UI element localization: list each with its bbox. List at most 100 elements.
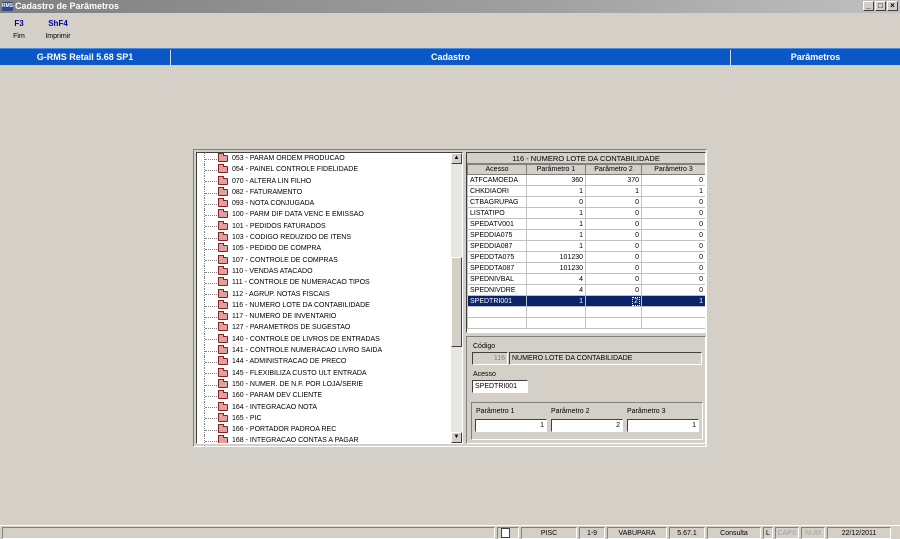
close-button[interactable]: × — [887, 1, 898, 11]
table-row[interactable]: SPEDDTA075 101230 0 0 — [467, 251, 705, 263]
column-header[interactable]: Parâmetro 3 — [641, 164, 705, 175]
table-cell: 1 — [526, 218, 586, 230]
minimize-button[interactable]: _ — [863, 1, 874, 11]
folder-icon — [218, 220, 228, 230]
tree-connector — [204, 164, 218, 176]
parameter-tree[interactable]: 053 - PARAM ORDEM PRODUCAO 054 - PAINEL C… — [196, 152, 463, 444]
shortcut-key: F3 — [14, 19, 24, 28]
folder-icon — [218, 265, 228, 275]
table-cell: 1 — [526, 295, 586, 307]
table-row[interactable]: SPEDDTA087 101230 0 0 — [467, 262, 705, 274]
tree-connector — [204, 175, 218, 187]
table-row[interactable]: CTBAGRUPAG 0 0 0 — [467, 196, 705, 208]
acesso-field[interactable]: SPEDTRI001 — [472, 380, 528, 393]
table-cell: 4 — [526, 273, 586, 285]
maximize-button[interactable]: □ — [875, 1, 886, 11]
table-row[interactable]: SPEDATV001 1 0 0 — [467, 218, 705, 230]
table-cell: 101230 — [526, 251, 586, 263]
status-message-area — [2, 527, 495, 539]
tree-item[interactable]: 053 - PARAM ORDEM PRODUCAO — [197, 153, 452, 165]
scroll-thumb[interactable] — [451, 257, 462, 347]
tree-item[interactable]: 054 - PAINEL CONTROLE FIDELIDADE — [197, 164, 452, 176]
tree-item[interactable]: 127 - PARAMETROS DE SUGESTAO — [197, 322, 452, 334]
table-cell: 0 — [641, 273, 705, 285]
tree-connector — [204, 265, 218, 278]
tree-item[interactable]: 140 - CONTROLE DE LIVROS DE ENTRADAS — [197, 333, 452, 346]
table-row[interactable]: SPEDDIA087 1 0 0 — [467, 240, 705, 252]
tree-item[interactable]: 160 - PARAM DEV CLIENTE — [197, 390, 452, 402]
tree-item[interactable]: 101 - PEDIDOS FATURADOS — [197, 220, 452, 233]
scroll-down-button[interactable]: ▼ — [451, 432, 462, 443]
tree-item-label: 165 - PIC — [232, 414, 262, 422]
table-cell: 1 — [526, 185, 586, 197]
tree-item[interactable]: 168 - INTEGRACAO CONTAS A PAGAR — [197, 435, 452, 443]
param3-field[interactable]: 1 — [627, 419, 699, 432]
folder-icon — [218, 311, 228, 321]
column-header[interactable]: Parâmetro 2 — [585, 164, 642, 175]
table-cell: 0 — [641, 218, 705, 230]
param1-label: Parâmetro 1 — [476, 408, 515, 415]
tree-connector — [204, 435, 218, 443]
tree-connector — [204, 424, 218, 436]
module-header: G-RMS Retail 5.68 SP1 Cadastro Parâmetro… — [0, 48, 900, 65]
tree-item[interactable]: 144 - ADMINISTRACAO DE PRECO — [197, 356, 452, 368]
empty-row[interactable] — [467, 306, 705, 318]
tree-scrollbar[interactable]: ▲ ▼ — [451, 153, 462, 443]
tree-item[interactable]: 100 - PARM DIF DATA VENC E EMISSAO — [197, 209, 452, 221]
scroll-up-button[interactable]: ▲ — [451, 153, 462, 164]
table-row[interactable]: SPEDNIVBAL 4 0 0 — [467, 273, 705, 285]
tree-connector — [204, 401, 218, 413]
tree-item-label: 116 - NUMERO LOTE DA CONTABILIDADE — [232, 301, 370, 309]
table-cell: SPEDDTA087 — [467, 262, 527, 274]
table-row[interactable]: SPEDDIA075 1 0 0 — [467, 229, 705, 241]
print-button[interactable]: ShF4 Imprimir — [40, 19, 76, 40]
table-row[interactable]: CHKDIAORI 1 1 1 — [467, 185, 705, 197]
tree-item[interactable]: 141 - CONTROLE NUMERACAO LIVRO SAIDA — [197, 345, 452, 357]
tree-item[interactable]: 145 - FLEXIBILIZA CUSTO ULT ENTRADA — [197, 367, 452, 379]
toolbar: F3 Fim ShF4 Imprimir — [0, 13, 900, 46]
grid-title: 116 - NUMERO LOTE DA CONTABILIDADE — [467, 153, 705, 164]
table-row[interactable]: ATFCAMOEDA 360 370 0 — [467, 174, 705, 186]
param1-field[interactable]: 1 — [475, 419, 547, 432]
tree-item[interactable]: 164 - INTEGRACAO NOTA — [197, 401, 452, 413]
status-date: 22/12/2011 — [827, 527, 891, 539]
tree-item[interactable]: 082 - FATURAMENTO — [197, 186, 452, 199]
table-cell: ATFCAMOEDA — [467, 174, 527, 186]
table-cell — [585, 317, 642, 329]
tree-item-label: 110 - VENDAS ATACADO — [232, 267, 313, 275]
tree-connector — [204, 186, 218, 199]
table-cell: SPEDDIA087 — [467, 240, 527, 252]
column-header[interactable]: Acesso — [467, 164, 527, 175]
table-cell: CHKDIAORI — [467, 185, 527, 197]
tree-item[interactable]: 165 - PIC — [197, 412, 452, 425]
table-row[interactable]: LISTATIPO 1 0 0 — [467, 207, 705, 219]
tree-item[interactable]: 111 - CONTROLE DE NUMERACAO TIPOS — [197, 277, 452, 289]
tree-item[interactable]: 105 - PEDIDO DE COMPRA — [197, 243, 452, 255]
table-row[interactable]: SPEDTRI001 1 2 1 — [467, 295, 705, 307]
tree-connector — [204, 356, 218, 368]
param2-field[interactable]: 2 — [551, 419, 623, 432]
tree-item[interactable]: 110 - VENDAS ATACADO — [197, 265, 452, 278]
tree-item[interactable]: 112 - AGRUP. NOTAS FISCAIS — [197, 288, 452, 300]
tree-connector — [204, 311, 218, 323]
table-cell: 4 — [526, 284, 586, 296]
tree-item[interactable]: 070 - ALTERA LIN FILHO — [197, 175, 452, 187]
folder-icon — [218, 277, 228, 287]
table-cell: 0 — [641, 262, 705, 274]
tree-item[interactable]: 107 - CONTROLE DE COMPRAS — [197, 254, 452, 266]
tree-item[interactable]: 116 - NUMERO LOTE DA CONTABILIDADE — [197, 299, 452, 312]
tree-connector — [204, 220, 218, 233]
detail-form: Código 116 NUMERO LOTE DA CONTABILIDADE … — [466, 336, 706, 444]
tree-item[interactable]: 166 - PORTADOR PADROA REC — [197, 424, 452, 436]
tree-item[interactable]: 150 - NUMER. DE N.F. POR LOJA/SERIE — [197, 378, 452, 391]
column-header[interactable]: Parâmetro 1 — [526, 164, 586, 175]
tree-item[interactable]: 117 - NUMERO DE INVENTARIO — [197, 311, 452, 323]
table-cell: 1 — [526, 229, 586, 241]
empty-row[interactable] — [467, 317, 705, 329]
exit-button[interactable]: F3 Fim — [8, 19, 30, 40]
tree-item[interactable]: 103 - CODIGO REDUZIDO DE ITENS — [197, 232, 452, 244]
table-row[interactable]: SPEDNIVDRE 4 0 0 — [467, 284, 705, 296]
table-cell: 0 — [641, 240, 705, 252]
title-bar: RMS Cadastro de Parâmetros _ □ × — [0, 0, 900, 13]
tree-item[interactable]: 093 - NOTA CONJUGADA — [197, 198, 452, 210]
